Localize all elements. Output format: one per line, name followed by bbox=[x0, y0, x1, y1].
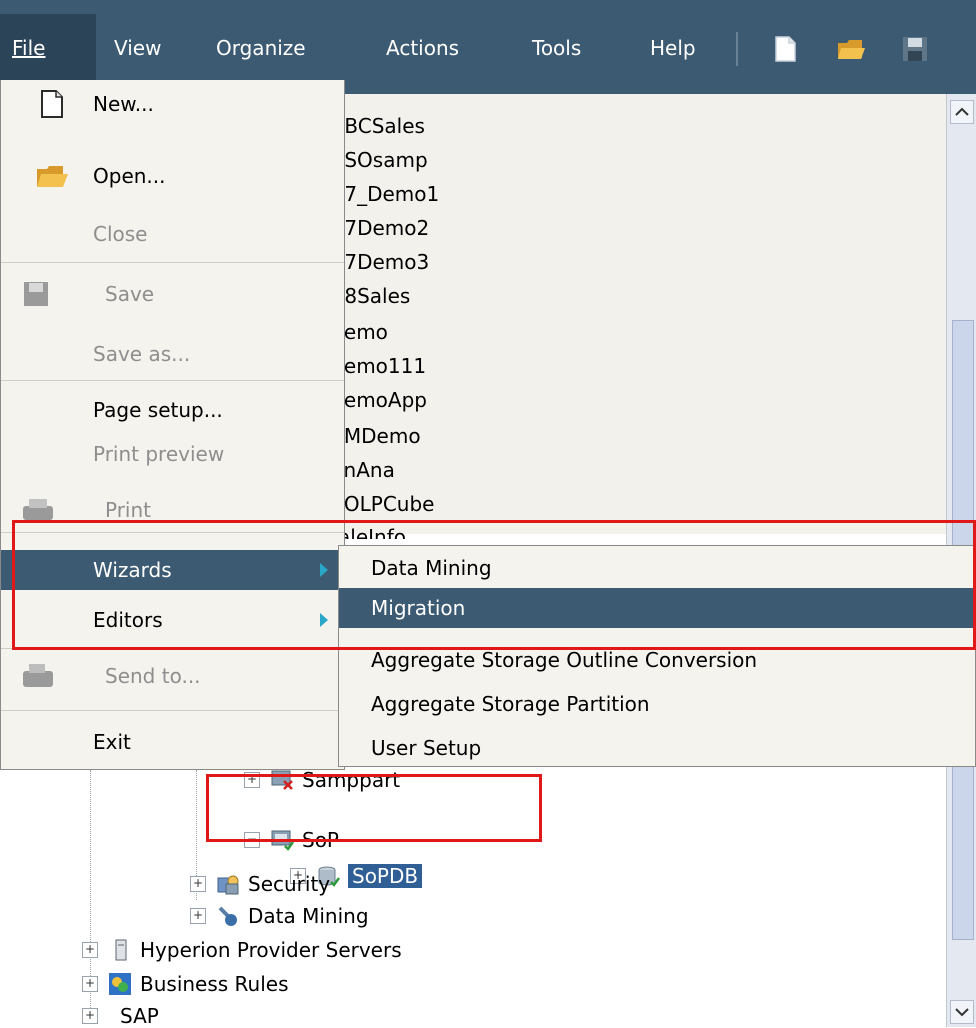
expand-toggle[interactable]: + bbox=[190, 908, 206, 924]
menu-help[interactable]: Help bbox=[650, 36, 696, 60]
list-item[interactable]: .7_Demo1 bbox=[338, 182, 439, 206]
expand-toggle[interactable]: + bbox=[82, 942, 98, 958]
save-icon bbox=[24, 282, 48, 306]
tree-row-security[interactable]: + Security bbox=[190, 872, 330, 896]
menu-item-send-to: Send to... bbox=[1, 656, 344, 696]
menu-separator bbox=[1, 648, 344, 649]
toolbar-separator bbox=[736, 32, 738, 66]
tree-row-samppart[interactable]: + Samppart bbox=[244, 768, 400, 792]
tree-label: Business Rules bbox=[140, 972, 289, 996]
menu-item-page-setup[interactable]: Page setup... bbox=[1, 390, 344, 430]
expand-toggle[interactable]: + bbox=[82, 1008, 98, 1024]
menu-separator bbox=[1, 532, 344, 533]
submenu-item-migration[interactable]: Migration bbox=[339, 588, 975, 628]
menu-separator bbox=[1, 710, 344, 711]
tree-row-sap[interactable]: + SAP bbox=[82, 1004, 159, 1028]
expand-toggle[interactable]: + bbox=[82, 976, 98, 992]
tree-label: Security bbox=[248, 872, 331, 896]
submenu-item-user-setup[interactable]: User Setup bbox=[339, 728, 975, 768]
chevron-down-icon bbox=[955, 1008, 969, 1017]
tree-row-hyperion-provider-servers[interactable]: + Hyperion Provider Servers bbox=[82, 938, 402, 962]
expand-toggle[interactable]: + bbox=[190, 876, 206, 892]
submenu-item-aso-partition[interactable]: Aggregate Storage Partition bbox=[339, 684, 975, 724]
security-icon bbox=[217, 875, 239, 895]
menu-item-exit[interactable]: Exit bbox=[1, 722, 344, 762]
list-item[interactable]: .8Sales bbox=[338, 284, 410, 308]
menu-view[interactable]: View bbox=[114, 36, 161, 60]
menu-file[interactable]: File bbox=[0, 14, 96, 80]
list-item[interactable]: JMDemo bbox=[338, 424, 421, 448]
menu-item-save: Save bbox=[1, 274, 344, 314]
list-item[interactable]: .7Demo2 bbox=[338, 216, 429, 240]
menu-item-save-as: Save as... bbox=[93, 342, 191, 366]
server-icon bbox=[115, 939, 127, 961]
list-item[interactable]: .BCSales bbox=[338, 114, 425, 138]
submenu-arrow-icon bbox=[320, 613, 328, 627]
file-menu-dropdown: New... Open... Close Save Save as... Pag… bbox=[0, 80, 345, 770]
tree-label: Data Mining bbox=[248, 904, 369, 928]
list-item[interactable]: inAna bbox=[338, 458, 395, 482]
wizards-submenu: Data Mining Migration Aggregate Storage … bbox=[338, 545, 976, 767]
data-mining-icon bbox=[218, 906, 237, 926]
business-rules-icon bbox=[109, 973, 131, 995]
application-icon bbox=[271, 830, 294, 851]
menu-tools[interactable]: Tools bbox=[532, 36, 581, 60]
submenu-arrow-icon bbox=[320, 563, 328, 577]
open-folder-icon[interactable] bbox=[836, 34, 866, 64]
application-error-icon bbox=[271, 770, 293, 790]
menu-item-open[interactable]: Open... bbox=[1, 156, 344, 196]
menu-item-new[interactable]: New... bbox=[1, 84, 344, 124]
list-item[interactable]: .7Demo3 bbox=[338, 250, 429, 274]
list-item[interactable]: .SOsamp bbox=[338, 148, 428, 172]
list-item[interactable]: Jemo111 bbox=[338, 354, 426, 378]
tree-row-data-mining[interactable]: + Data Mining bbox=[190, 904, 369, 928]
menu-item-print-preview: Print preview bbox=[93, 442, 225, 466]
list-item[interactable]: JemoApp bbox=[338, 388, 427, 412]
list-item[interactable]: IOLPCube bbox=[338, 492, 434, 516]
collapse-toggle[interactable]: − bbox=[244, 832, 260, 848]
submenu-item-aso-outline-conversion[interactable]: Aggregate Storage Outline Conversion bbox=[339, 640, 975, 680]
chevron-up-icon bbox=[955, 107, 969, 116]
send-icon bbox=[23, 664, 53, 687]
list-item[interactable]: Jemo bbox=[338, 320, 388, 344]
expand-toggle[interactable]: + bbox=[244, 772, 260, 788]
submenu-item-data-mining[interactable]: Data Mining bbox=[339, 548, 975, 588]
open-folder-icon bbox=[37, 166, 68, 187]
menu-item-print: Print bbox=[1, 490, 344, 530]
list-item[interactable]: aleInfo bbox=[338, 525, 406, 539]
tree-label: SoP bbox=[302, 828, 339, 852]
scroll-up-button[interactable] bbox=[950, 100, 974, 124]
tree-label: Samppart bbox=[302, 768, 401, 792]
menu-item-close: Close bbox=[93, 222, 148, 246]
menu-item-wizards[interactable]: Wizards bbox=[1, 550, 344, 590]
menu-actions[interactable]: Actions bbox=[386, 36, 459, 60]
save-icon[interactable] bbox=[900, 34, 930, 64]
new-document-icon bbox=[41, 90, 63, 118]
menu-separator bbox=[1, 380, 344, 381]
printer-icon bbox=[23, 499, 53, 520]
tree-row-business-rules[interactable]: + Business Rules bbox=[82, 972, 289, 996]
menu-separator bbox=[1, 262, 344, 263]
scroll-down-button[interactable] bbox=[950, 1000, 974, 1024]
menu-organize[interactable]: Organize bbox=[216, 36, 306, 60]
new-document-icon[interactable] bbox=[770, 34, 800, 64]
tree-label: Hyperion Provider Servers bbox=[140, 938, 402, 962]
tree-label: SAP bbox=[120, 1004, 159, 1028]
tree-label-selected: SoPDB bbox=[348, 864, 423, 888]
tree-row-sop[interactable]: − SoP bbox=[244, 828, 339, 852]
menu-item-editors[interactable]: Editors bbox=[1, 600, 344, 640]
